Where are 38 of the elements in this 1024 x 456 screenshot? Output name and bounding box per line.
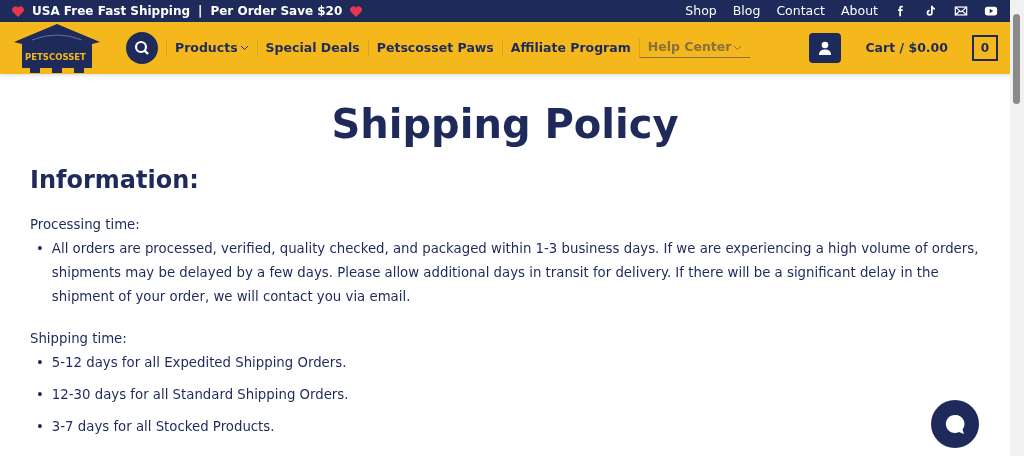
bullet: • <box>36 385 44 404</box>
heart-icon <box>350 5 363 17</box>
cart-link[interactable]: Cart / $0.00 <box>857 38 956 58</box>
nav-link[interactable]: Products <box>166 38 257 58</box>
list-item: 5-12 days for all Expedited Shipping Orders. <box>51 353 347 372</box>
chat-icon <box>944 413 966 435</box>
bullet: • <box>36 417 44 436</box>
separator: | <box>198 3 203 20</box>
nav-link[interactable]: Special Deals <box>256 38 368 58</box>
logo-text[interactable]: PETSCOSSET <box>25 52 86 63</box>
section-label: Processing time: <box>30 215 141 234</box>
section-heading: Information: <box>30 166 200 195</box>
list-item: All orders are processed, verified, quality checked, and packaged within 1-3 business days. If we are experiencing a high volume of orders, shipments may be delayed by a few days. Please allow additional days in transit for delivery. If there will be a significant delay in the shipment of your order, we will contact you via email. <box>51 239 980 306</box>
youtube-icon[interactable] <box>984 4 998 18</box>
page-title: Shipping Policy <box>330 100 680 148</box>
search-icon <box>134 40 150 56</box>
heart-icon <box>12 5 24 17</box>
tiktok-icon[interactable] <box>924 4 938 18</box>
top-nav-link[interactable]: Shop <box>685 1 717 21</box>
top-nav-link[interactable]: About <box>841 1 878 21</box>
top-nav-link[interactable]: Contact <box>776 1 826 21</box>
nav-link[interactable]: Petscosset Paws <box>367 38 502 58</box>
promo-text: USA Free Fast Shipping <box>32 3 191 20</box>
promo-text: Per Order Save $20 <box>210 3 343 20</box>
account-button[interactable] <box>809 33 842 63</box>
bullet: • <box>36 353 44 372</box>
cart-count[interactable]: 0 <box>972 35 998 61</box>
mail-icon[interactable] <box>954 4 968 18</box>
bullet: • <box>36 239 44 258</box>
list-item: 3-7 days for all Stocked Products. <box>51 417 275 436</box>
scrollbar-thumb[interactable] <box>1013 14 1020 104</box>
top-nav-link[interactable]: Blog <box>732 1 761 21</box>
list-item: 12-30 days for all Standard Shipping Orders. <box>51 385 349 404</box>
nav-link[interactable]: Affiliate Program <box>501 38 639 58</box>
user-icon <box>818 41 833 55</box>
section-label: Shipping time: <box>30 329 128 348</box>
search-button[interactable] <box>126 32 158 64</box>
chat-button[interactable] <box>931 400 979 448</box>
